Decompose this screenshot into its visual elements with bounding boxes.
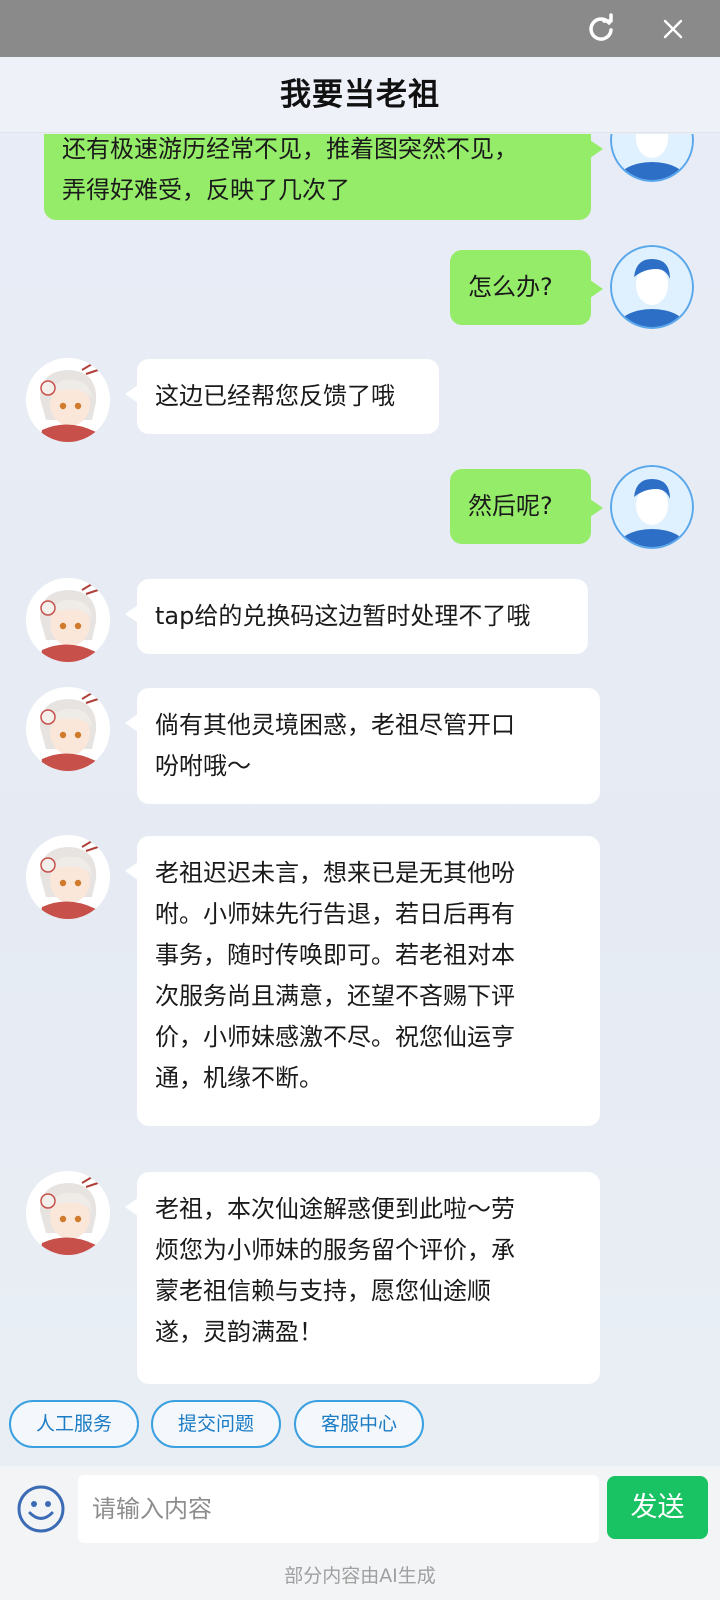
message-line: 然后呢? xyxy=(468,492,553,520)
message-bubble-bot: 倘有其他灵境困惑，老祖尽管开口 吩咐哦～ xyxy=(125,688,600,804)
message-bubble-user: 还有极速游历经常不见，推着图突然不见， 弄得好难受，反映了几次了 xyxy=(44,134,603,220)
user-avatar xyxy=(610,465,694,549)
message-line: 烦您为小师妹的服务留个评价，承 xyxy=(155,1236,515,1264)
message-bubble-user: 怎么办? xyxy=(450,250,603,325)
bot-avatar xyxy=(26,687,110,771)
message-line: 通，机缘不断。 xyxy=(155,1064,323,1092)
quick-action-submit-issue[interactable]: 提交问题 xyxy=(151,1400,281,1448)
message-line: 事务，随时传唤即可。若老祖对本 xyxy=(155,941,515,969)
message-line: 价，小师妹感激不尽。祝您仙运亨 xyxy=(155,1023,515,1051)
ai-disclaimer: 部分内容由AI生成 xyxy=(0,1558,720,1600)
bot-avatar xyxy=(26,358,110,442)
message-bubble-bot: tap给的兑换码这边暂时处理不了哦 xyxy=(125,579,588,654)
top-bar xyxy=(0,0,720,57)
message-bubble-bot: 老祖，本次仙途解惑便到此啦～劳 烦您为小师妹的服务留个评价，承 蒙老祖信赖与支持… xyxy=(125,1172,600,1384)
message-line: 遂，灵韵满盈！ xyxy=(155,1318,323,1346)
message-line: 吩咐哦～ xyxy=(155,752,251,780)
refresh-icon[interactable] xyxy=(584,12,618,46)
chat-area[interactable]: 还有极速游历经常不见，推着图突然不见， 弄得好难受，反映了几次了 怎么办? 这边… xyxy=(0,134,720,1394)
message-line: 这边已经帮您反馈了哦 xyxy=(155,382,395,410)
user-avatar xyxy=(610,245,694,329)
message-line: 弄得好难受，反映了几次了 xyxy=(62,176,350,204)
message-line: 咐。小师妹先行告退，若日后再有 xyxy=(155,900,515,928)
quick-action-service-center[interactable]: 客服中心 xyxy=(294,1400,424,1448)
message-bubble-bot: 老祖迟迟未言，想来已是无其他吩 咐。小师妹先行告退，若日后再有 事务，随时传唤即… xyxy=(125,836,600,1126)
chat-header: 我要当老祖 xyxy=(0,57,720,133)
send-button[interactable]: 发送 xyxy=(607,1476,708,1539)
message-line: 还有极速游历经常不见，推着图突然不见， xyxy=(62,135,518,163)
input-bar: 发送 xyxy=(0,1466,720,1558)
page-title: 我要当老祖 xyxy=(280,77,440,113)
message-input[interactable] xyxy=(78,1475,599,1543)
message-line: 怎么办? xyxy=(468,273,553,301)
message-line: 倘有其他灵境困惑，老祖尽管开口 xyxy=(155,711,515,739)
message-line: tap给的兑换码这边暂时处理不了哦 xyxy=(155,602,531,630)
user-avatar xyxy=(610,134,694,182)
message-line: 老祖，本次仙途解惑便到此啦～劳 xyxy=(155,1195,515,1223)
message-line: 老祖迟迟未言，想来已是无其他吩 xyxy=(155,859,515,887)
message-line: 蒙老祖信赖与支持，愿您仙途顺 xyxy=(155,1277,491,1305)
message-line: 次服务尚且满意，还望不吝赐下评 xyxy=(155,982,515,1010)
close-icon[interactable] xyxy=(656,12,690,46)
emoji-icon[interactable] xyxy=(16,1484,66,1534)
bot-avatar xyxy=(26,1171,110,1255)
bot-avatar xyxy=(26,578,110,662)
quick-action-human-service[interactable]: 人工服务 xyxy=(9,1400,139,1448)
bot-avatar xyxy=(26,835,110,919)
message-bubble-bot: 这边已经帮您反馈了哦 xyxy=(125,359,439,434)
message-bubble-user: 然后呢? xyxy=(450,469,603,544)
